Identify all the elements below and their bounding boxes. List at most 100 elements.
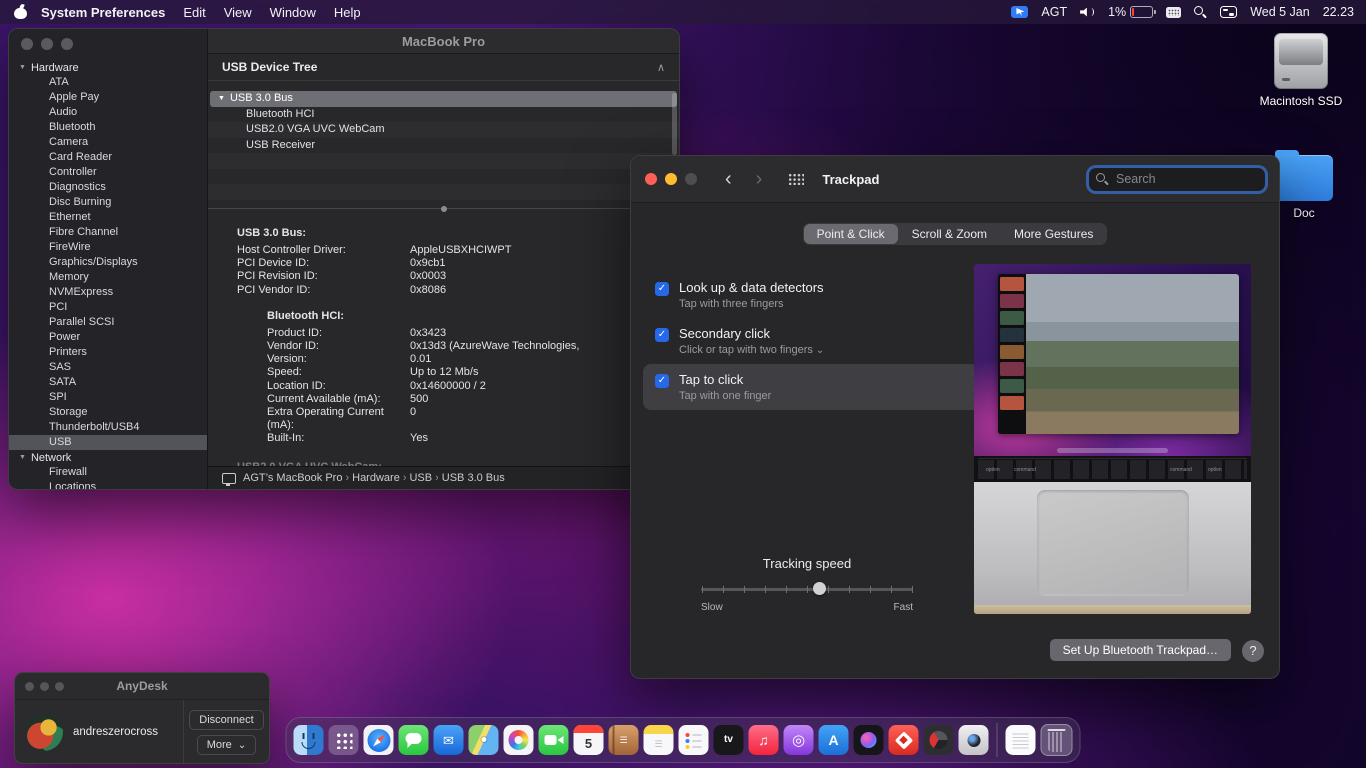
- option-secondary-click[interactable]: ✓Secondary clickClick or tap with two fi…: [655, 318, 973, 364]
- sidebar-item-bluetooth[interactable]: Bluetooth: [9, 120, 207, 135]
- app-store-dock-icon[interactable]: A: [819, 725, 849, 755]
- trash-dock-icon[interactable]: [1041, 724, 1073, 756]
- calendar-dock-icon[interactable]: 5: [574, 725, 604, 755]
- close-button[interactable]: [25, 682, 34, 691]
- sidebar-item-card-reader[interactable]: Card Reader: [9, 150, 207, 165]
- device-tree-row-usb2-0-vga-uvc-webcam[interactable]: USB2.0 VGA UVC WebCam: [208, 122, 679, 138]
- sidebar-item-ata[interactable]: ATA: [9, 75, 207, 90]
- breadcrumb-item[interactable]: USB 3.0 Bus: [442, 472, 505, 484]
- app-menu-title[interactable]: System Preferences: [32, 5, 174, 20]
- sidebar-section-hardware[interactable]: ▼Hardware: [9, 60, 207, 75]
- sidebar-item-apple-pay[interactable]: Apple Pay: [9, 90, 207, 105]
- chevron-down-icon[interactable]: ⌄: [816, 345, 824, 356]
- control-center-icon[interactable]: [1220, 6, 1237, 18]
- messages-dock-icon[interactable]: [399, 725, 429, 755]
- help-button[interactable]: ?: [1242, 640, 1264, 662]
- search-field[interactable]: [1089, 168, 1265, 191]
- sidebar-item-graphics-displays[interactable]: Graphics/Displays: [9, 255, 207, 270]
- sidebar-item-pci[interactable]: PCI: [9, 300, 207, 315]
- sidebar-item-fibre-channel[interactable]: Fibre Channel: [9, 225, 207, 240]
- sidebar-item-firewire[interactable]: FireWire: [9, 240, 207, 255]
- checkbox-checked[interactable]: ✓: [655, 328, 669, 342]
- sidebar-section-network[interactable]: ▼Network: [9, 450, 207, 465]
- sidebar-item-firewall[interactable]: Firewall: [9, 465, 207, 480]
- breadcrumb-item[interactable]: USB: [409, 472, 432, 484]
- slider-knob[interactable]: [813, 582, 826, 595]
- device-tree-header[interactable]: USB Device Tree ∧: [208, 54, 679, 81]
- close-button[interactable]: [21, 38, 33, 50]
- menu-time[interactable]: 22.23: [1323, 5, 1354, 19]
- device-tree-row-bluetooth-hci[interactable]: Bluetooth HCI: [208, 107, 679, 123]
- siri-dock-icon[interactable]: [854, 725, 884, 755]
- device-tree-row-usb-receiver[interactable]: USB Receiver: [208, 138, 679, 154]
- battery-status[interactable]: 1%: [1108, 5, 1153, 19]
- photos-dock-icon[interactable]: [504, 725, 534, 755]
- search-input[interactable]: [1114, 171, 1230, 187]
- podcasts-dock-icon[interactable]: ◎: [784, 725, 814, 755]
- tracking-speed-slider[interactable]: [701, 582, 913, 596]
- breadcrumb[interactable]: AGT’s MacBook Pro›Hardware›USB›USB 3.0 B…: [243, 472, 505, 484]
- desktop-icon-macintosh-ssd[interactable]: Macintosh SSD: [1253, 33, 1349, 108]
- disconnect-button[interactable]: Disconnect: [189, 710, 263, 730]
- safari-dock-icon[interactable]: [364, 725, 394, 755]
- sidebar-item-storage[interactable]: Storage: [9, 405, 207, 420]
- setup-bluetooth-trackpad-button[interactable]: Set Up Bluetooth Trackpad…: [1050, 639, 1231, 661]
- apple-menu-icon[interactable]: [14, 5, 27, 19]
- sidebar-item-memory[interactable]: Memory: [9, 270, 207, 285]
- dark-red-app-dock-icon[interactable]: [924, 725, 954, 755]
- close-button[interactable]: [645, 173, 657, 185]
- reminders-dock-icon[interactable]: [679, 725, 709, 755]
- notes-dock-icon[interactable]: ☰: [644, 725, 674, 755]
- mail-dock-icon[interactable]: ✉: [434, 725, 464, 755]
- forward-button[interactable]: ›: [754, 168, 765, 191]
- facetime-dock-icon[interactable]: [539, 725, 569, 755]
- music-dock-icon[interactable]: ♫: [749, 725, 779, 755]
- option-tap-to-click[interactable]: ✓Tap to clickTap with one finger: [643, 364, 979, 410]
- tab-more-gestures[interactable]: More Gestures: [1001, 224, 1106, 244]
- breadcrumb-item[interactable]: AGT’s MacBook Pro: [243, 472, 342, 484]
- finder-dock-icon[interactable]: [294, 725, 324, 755]
- minimize-button[interactable]: [665, 173, 677, 185]
- checkbox-checked[interactable]: ✓: [655, 282, 669, 296]
- pane-splitter-handle[interactable]: [208, 208, 679, 209]
- sidebar-item-camera[interactable]: Camera: [9, 135, 207, 150]
- textedit-dock-icon[interactable]: [1006, 725, 1036, 755]
- sidebar-item-power[interactable]: Power: [9, 330, 207, 345]
- sidebar-item-parallel-scsi[interactable]: Parallel SCSI: [9, 315, 207, 330]
- scrollbar[interactable]: [672, 93, 677, 155]
- sidebar-item-spi[interactable]: SPI: [9, 390, 207, 405]
- option-look-up-data-detectors[interactable]: ✓Look up & data detectorsTap with three …: [655, 272, 973, 318]
- sidebar-item-usb[interactable]: USB: [9, 435, 207, 450]
- keyboard-input-icon[interactable]: [1166, 7, 1181, 18]
- menu-date[interactable]: Wed 5 Jan: [1250, 5, 1310, 19]
- minimize-button[interactable]: [40, 682, 49, 691]
- zoom-button[interactable]: [61, 38, 73, 50]
- sidebar-item-locations[interactable]: Locations: [9, 480, 207, 489]
- sidebar-item-sata[interactable]: SATA: [9, 375, 207, 390]
- menu-window[interactable]: Window: [261, 5, 325, 20]
- launchpad-dock-icon[interactable]: [329, 725, 359, 755]
- tab-scroll-zoom[interactable]: Scroll & Zoom: [899, 224, 1000, 244]
- sidebar-item-disc-burning[interactable]: Disc Burning: [9, 195, 207, 210]
- tab-point-click[interactable]: Point & Click: [804, 224, 898, 244]
- menu-edit[interactable]: Edit: [174, 5, 214, 20]
- contacts-dock-icon[interactable]: ☰: [609, 725, 639, 755]
- checkbox-checked[interactable]: ✓: [655, 374, 669, 388]
- sidebar-item-nvmexpress[interactable]: NVMExpress: [9, 285, 207, 300]
- menu-help[interactable]: Help: [325, 5, 370, 20]
- volume-icon[interactable]: [1080, 7, 1095, 18]
- minimize-button[interactable]: [41, 38, 53, 50]
- device-tree-row-usb-3-0-bus[interactable]: ▼USB 3.0 Bus: [210, 91, 677, 107]
- zoom-button[interactable]: [55, 682, 64, 691]
- maps-dock-icon[interactable]: [469, 725, 499, 755]
- spotlight-search-icon[interactable]: [1194, 6, 1207, 19]
- sidebar-item-ethernet[interactable]: Ethernet: [9, 210, 207, 225]
- photo-booth-dock-icon[interactable]: [959, 725, 989, 755]
- sidebar-item-thunderbolt-usb4[interactable]: Thunderbolt/USB4: [9, 420, 207, 435]
- sidebar-item-printers[interactable]: Printers: [9, 345, 207, 360]
- sidebar-item-audio[interactable]: Audio: [9, 105, 207, 120]
- show-all-grid-icon[interactable]: [788, 173, 804, 185]
- sidebar-item-diagnostics[interactable]: Diagnostics: [9, 180, 207, 195]
- collapse-chevron-icon[interactable]: ∧: [657, 61, 665, 74]
- screen-sharing-icon[interactable]: [1011, 6, 1028, 18]
